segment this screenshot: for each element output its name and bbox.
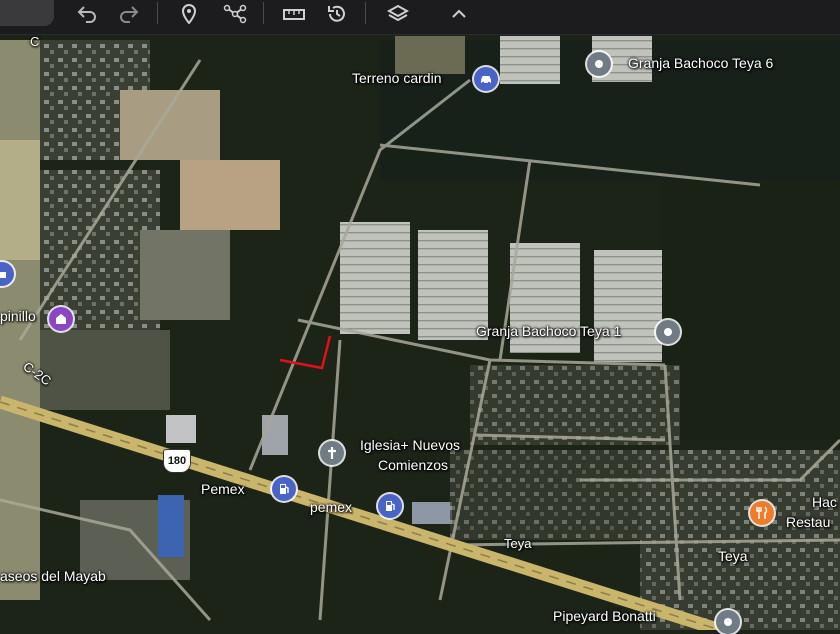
search-box[interactable] <box>0 0 54 26</box>
pipeyard-pin[interactable] <box>716 610 740 634</box>
urban-area <box>40 330 170 410</box>
road-label-teya: Teya <box>504 536 532 551</box>
place-label-terreno-cardin[interactable]: Terreno cardin <box>352 70 442 86</box>
chevron-up-icon <box>452 9 466 18</box>
place-label-pemex[interactable]: Pemex <box>201 481 245 497</box>
urban-area <box>120 90 220 160</box>
forest-patch <box>660 180 840 440</box>
farm-sheds <box>594 250 662 362</box>
place-label-pipeyard-bonatti[interactable]: Pipeyard Bonatti <box>553 608 656 624</box>
industrial-building <box>158 495 184 557</box>
town-area <box>470 365 680 445</box>
collapse-button[interactable] <box>444 0 474 28</box>
place-label-granja-teya1[interactable]: Granja Bachoco Teya 1 <box>476 323 621 339</box>
church-pin[interactable] <box>320 441 344 465</box>
place-label-hac-line2[interactable]: Restau <box>786 514 830 530</box>
farm-sheds <box>500 36 560 84</box>
pinillo-pin[interactable] <box>49 307 73 331</box>
redo-button[interactable] <box>114 0 144 28</box>
place-label-iglesia-line2[interactable]: Comienzos <box>378 457 448 473</box>
layers-icon <box>387 4 409 22</box>
place-label-pinillo[interactable]: pinillo <box>0 308 36 324</box>
toolbar <box>0 0 840 35</box>
granja-teya1-pin[interactable] <box>656 320 680 344</box>
town-area <box>450 450 640 540</box>
place-label-hac[interactable]: Hac <box>812 494 837 510</box>
pemex-pin-2[interactable] <box>378 494 402 518</box>
redo-icon <box>120 6 139 23</box>
ruler-icon <box>283 9 305 20</box>
industrial-building <box>166 415 196 443</box>
construction-site <box>180 160 280 230</box>
farm-sheds <box>340 222 410 334</box>
urban-area <box>140 230 230 320</box>
cross-icon <box>328 447 336 459</box>
road-label-c: C <box>30 34 40 49</box>
granja-teya6-pin[interactable] <box>587 52 611 76</box>
fuel-icon <box>280 484 289 494</box>
industrial-building <box>262 415 288 455</box>
historical-imagery-button[interactable] <box>322 0 352 28</box>
fuel-icon <box>386 501 395 511</box>
building-icon <box>56 314 66 324</box>
fork-knife-icon <box>756 506 768 519</box>
location-marker-icon <box>664 328 672 336</box>
terreno-cardin-pin[interactable] <box>474 67 498 91</box>
place-label-teya[interactable]: Teya <box>718 548 748 564</box>
measure-button[interactable] <box>279 0 309 28</box>
layers-button[interactable] <box>383 0 413 28</box>
place-label-pemex-2[interactable]: pemex <box>310 499 352 515</box>
car-icon <box>481 76 491 85</box>
bare-terrain <box>0 140 40 260</box>
industrial-building <box>412 502 452 524</box>
restaurant-pin[interactable] <box>750 501 774 525</box>
place-label-paseos-del-mayab[interactable]: aseos del Mayab <box>0 568 106 584</box>
pemex-pin-1[interactable] <box>272 477 296 501</box>
place-label-iglesia[interactable]: Iglesia+ Nuevos <box>360 437 460 453</box>
undo-button[interactable] <box>72 0 102 28</box>
satellite-map[interactable] <box>0 0 840 630</box>
location-marker-icon <box>595 60 603 68</box>
place-label-granja-teya6[interactable]: Granja Bachoco Teya 6 <box>628 55 773 71</box>
path-icon <box>223 4 247 24</box>
location-marker-icon <box>724 618 732 626</box>
route-180-shield: 180 <box>163 449 191 473</box>
draw-path-button[interactable] <box>220 0 250 28</box>
undo-icon <box>77 6 96 23</box>
bag-icon <box>0 272 6 278</box>
add-placemark-button[interactable] <box>174 0 204 28</box>
farm-sheds <box>395 36 465 74</box>
history-icon <box>328 5 345 22</box>
map-pin-icon <box>181 4 197 24</box>
